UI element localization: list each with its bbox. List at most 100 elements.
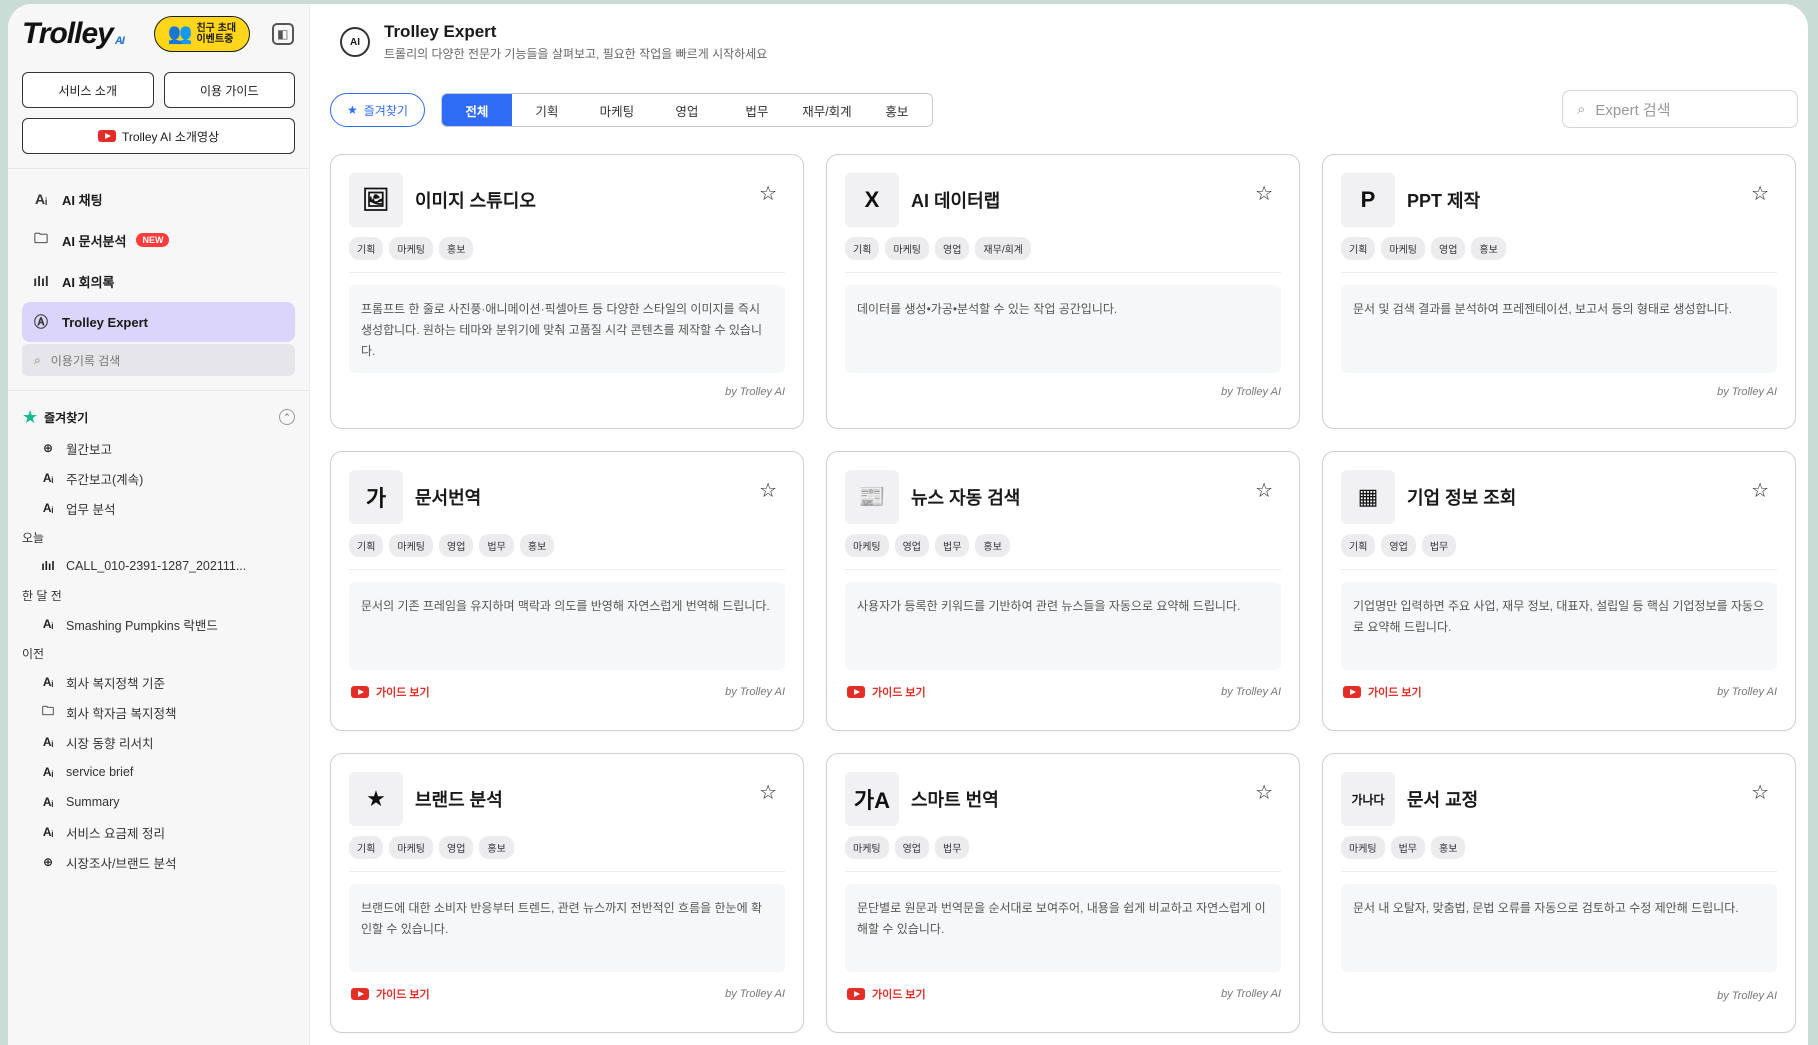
star-icon: ★ [347,103,358,117]
favorite-star-icon[interactable]: ☆ [1255,478,1273,503]
card-title: AI 데이터랩 [911,191,1001,211]
history-label: CALL_010-2391-1287_202111... [66,559,247,573]
tab-finance[interactable]: 재무/회계 [791,94,862,126]
tag-chip: 홍보 [1431,836,1466,859]
favorites-filter-button[interactable]: ★ 즐겨찾기 [330,93,425,127]
expert-icon: 가 [349,470,403,524]
card-header: 🖼 이미지 스튜디오 [349,173,785,227]
ai-chat-icon: Aᵢ [42,471,54,485]
service-intro-button[interactable]: 서비스 소개 [22,72,154,108]
tag-chip: 홍보 [479,836,514,859]
author-label: by Trolley AI [725,988,785,1000]
app-window: Trolley AI 👥 친구 초대 이벤트중 ◧ 서비스 소개 이용 가이드 Tr… [8,4,1808,1045]
card-header: 가나다 문서 교정 [1341,772,1777,826]
card-title: 문서 교정 [1407,790,1479,810]
history-item[interactable]: Aᵢ 회사 복지정책 기준 [22,667,295,697]
youtube-icon [351,686,369,698]
search-icon: ⌕ [1577,100,1586,118]
favorites-header[interactable]: ★ 즐겨찾기 ⌃ [22,401,295,433]
tab-pr[interactable]: 홍보 [861,94,932,126]
guide-link[interactable]: 가이드 보기 [847,986,926,1002]
guide-link[interactable]: 가이드 보기 [351,986,430,1002]
usage-guide-button[interactable]: 이용 가이드 [163,72,295,108]
tag-chip: 홍보 [975,534,1010,557]
favorite-star-icon[interactable]: ☆ [1751,478,1769,503]
history-item[interactable]: Aᵢ 서비스 요금제 정리 [22,817,295,847]
guide-link[interactable]: 가이드 보기 [847,684,926,700]
tab-sales[interactable]: 영업 [651,94,722,126]
expert-card[interactable]: 가 문서번역 ☆ 기획 마케팅 영업 법무 홍보 문서의 기존 프레임을 유지하며 맥락과 의도… [330,451,804,731]
guide-label: 가이드 보기 [376,687,430,699]
tag-chip: 기획 [349,534,384,557]
card-header: P PPT 제작 [1341,173,1777,227]
favorite-item[interactable]: Aᵢ 업무 분석 [22,493,295,523]
tag-chip: 마케팅 [845,836,889,859]
ai-chat-icon: Aᵢ [42,735,54,749]
favorite-star-icon[interactable]: ☆ [1255,780,1273,805]
youtube-icon [1343,686,1361,698]
chevron-up-icon[interactable]: ⌃ [279,409,295,425]
expert-search-input[interactable]: ⌕ Expert 검색 [1562,90,1798,128]
card-header: 가A 스마트 번역 [845,772,1281,826]
tab-planning[interactable]: 기획 [511,94,582,126]
tag-chip: 기획 [845,237,880,260]
favorite-star-icon[interactable]: ☆ [1255,181,1273,206]
guide-link[interactable]: 가이드 보기 [1343,684,1422,700]
card-header: ▦ 기업 정보 조회 [1341,470,1777,524]
expert-card[interactable]: 가나다 문서 교정 ☆ 마케팅 법무 홍보 문서 내 오탈자, 맞춤법, 문법 오류를 자동… [1322,753,1796,1033]
card-header: 📰 뉴스 자동 검색 [845,470,1281,524]
sidebar-collapse-icon[interactable]: ◧ [271,23,294,45]
document-icon: 🗀 [34,230,48,246]
tag-chip: 영업 [1431,237,1466,260]
tag-chip: 마케팅 [1381,237,1426,260]
divider [8,168,309,169]
history-item[interactable]: ⊕ 시장조사/브랜드 분석 [22,847,295,877]
tab-marketing[interactable]: 마케팅 [581,94,652,126]
expert-card[interactable]: ▦ 기업 정보 조회 ☆ 기획 영업 법무 기업명만 입력하면 주요 사업, 재무 정보, … [1322,451,1796,731]
expert-card[interactable]: X AI 데이터랩 ☆ 기획 마케팅 영업 재무/회계 데이터를 생성•가공•분석할 수 있는… [826,154,1300,429]
page-subtitle: 트롤리의 다양한 전문가 기능들을 살펴보고, 필요한 작업을 빠르게 시작하세… [384,47,768,61]
nav-ai-doc-analysis[interactable]: 🗀 AI 문서분석 NEW [22,220,295,260]
ai-chat-icon: Aᵢ [42,795,54,809]
new-badge: NEW [136,233,170,247]
favorite-star-icon[interactable]: ☆ [759,478,777,503]
author-label: by Trolley AI [1717,686,1777,698]
expert-icon: 가나다 [1341,772,1395,826]
tag-chip: 마케팅 [389,237,434,260]
favorite-item[interactable]: Aᵢ 주간보고(계속) [22,463,295,493]
favorite-star-icon[interactable]: ☆ [1751,780,1769,805]
intro-video-button[interactable]: Trolley AI 소개영상 [22,118,295,154]
expert-card[interactable]: 📰 뉴스 자동 검색 ☆ 마케팅 영업 법무 홍보 사용자가 등록한 키워드를 기반하여 관련… [826,451,1300,731]
expert-card[interactable]: P PPT 제작 ☆ 기획 마케팅 영업 홍보 문서 및 검색 결과를 분석하여 프레젠테이션… [1322,154,1796,429]
history-search-input[interactable]: ⌕ 이용기록 검색 [22,344,295,376]
card-header: X AI 데이터랩 [845,173,1281,227]
favorite-star-icon[interactable]: ☆ [759,780,777,805]
expert-card[interactable]: 🖼 이미지 스튜디오 ☆ 기획 마케팅 홍보 프롬프트 한 줄로 사진풍·애니메이션·픽셀아… [330,154,804,429]
history-item[interactable]: Aᵢ service brief [22,757,295,787]
nav-ai-minutes[interactable]: ılıl AI 회의록 [22,261,295,301]
history-item[interactable]: ılıl CALL_010-2391-1287_202111... [22,551,295,581]
history-item[interactable]: Aᵢ Smashing Pumpkins 락밴드 [22,609,295,639]
card-footer: 가이드 보기 by Trolley AI [351,684,785,700]
author-label: by Trolley AI [725,386,785,398]
favorite-star-icon[interactable]: ☆ [759,181,777,206]
tab-legal[interactable]: 법무 [721,94,792,126]
guide-link[interactable]: 가이드 보기 [351,684,430,700]
expert-card[interactable]: 가A 스마트 번역 ☆ 마케팅 영업 법무 문단별로 원문과 번역문을 순서대로 보여주어,… [826,753,1300,1033]
history-item[interactable]: Aᵢ 시장 동향 리서치 [22,727,295,757]
nav-trolley-expert[interactable]: Ⓐ Trolley Expert [22,302,295,342]
nav-ai-chat[interactable]: Aᵢ AI 채팅 [22,179,295,219]
history-item[interactable]: 🗀 회사 학자금 복지정책 [22,697,295,727]
invite-event-badge[interactable]: 👥 친구 초대 이벤트중 [153,16,250,52]
favorite-item[interactable]: ⊕ 월간보고 [22,433,295,463]
tab-all[interactable]: 전체 [441,94,512,126]
tag-chip: 홍보 [519,534,555,557]
favorite-star-icon[interactable]: ☆ [1751,181,1769,206]
trolley-logo[interactable]: Trolley AI [22,17,125,51]
expert-icon: P [1341,173,1395,227]
nav-label: AI 회의록 [62,274,115,290]
expert-card[interactable]: ★ 브랜드 분석 ☆ 기획 마케팅 영업 홍보 브랜드에 대한 소비자 반응부터 트렌드, 관… [330,753,804,1033]
tag-chip: 법무 [935,534,970,557]
waveform-icon: ılıl [41,559,55,573]
history-item[interactable]: Aᵢ Summary [22,787,295,817]
